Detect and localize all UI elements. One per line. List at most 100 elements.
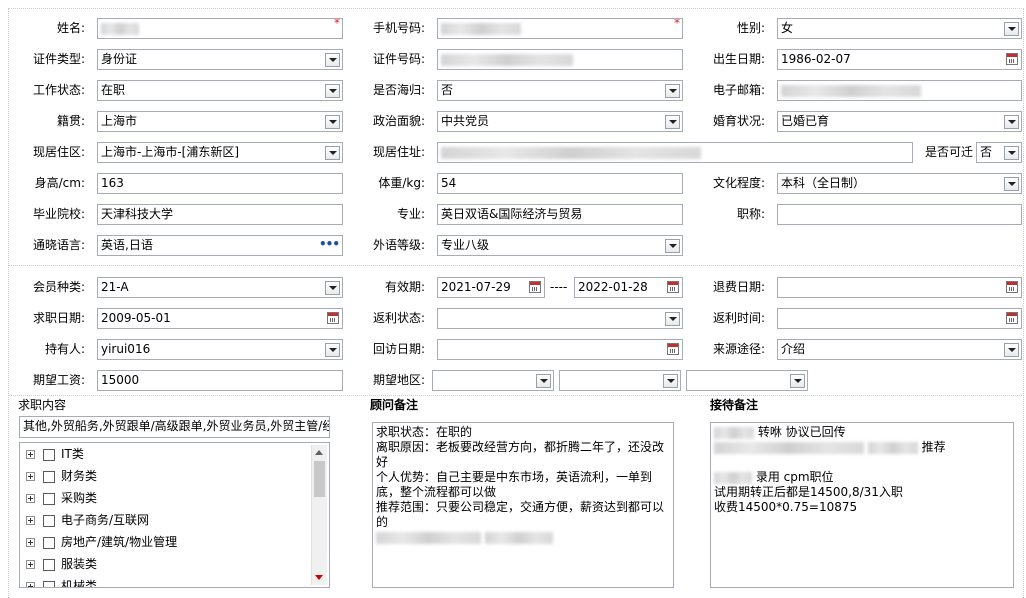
tree-scrollbar[interactable] [311, 445, 327, 585]
category-checkbox[interactable] [43, 470, 55, 483]
section-divider [8, 265, 1024, 266]
gender-select[interactable]: 女 [777, 18, 1022, 39]
expand-icon[interactable] [26, 582, 35, 587]
category-checkbox[interactable] [43, 514, 55, 527]
political-select[interactable]: 中共党员 [437, 111, 683, 132]
tree-item[interactable]: IT类 [26, 444, 84, 464]
dropdown-arrow-icon[interactable] [325, 281, 340, 295]
dropdown-arrow-icon[interactable] [325, 146, 340, 160]
rebate-time-input[interactable] [777, 308, 1022, 329]
work-status-select[interactable]: 在职 [97, 80, 343, 101]
height-input[interactable]: 163 [97, 173, 343, 194]
valid-from-input[interactable]: 2021-07-29 [437, 277, 545, 298]
expand-icon[interactable] [26, 538, 35, 547]
expand-icon[interactable] [26, 516, 35, 525]
dropdown-arrow-icon[interactable] [1004, 22, 1019, 36]
reception-notes-textarea[interactable]: 转咻 协议已回传 推荐 录用 cpm职位 试用期转正后都是14500,8/31入… [710, 422, 1014, 588]
category-checkbox[interactable] [43, 492, 55, 505]
scroll-down-arrow-icon[interactable] [315, 575, 323, 580]
education-select[interactable]: 本科（全日制） [777, 173, 1022, 194]
expand-icon[interactable] [26, 560, 35, 569]
tree-item[interactable]: 电子商务/互联网 [26, 510, 149, 530]
calendar-icon[interactable] [1006, 53, 1018, 65]
id-number-label: 证件号码: [372, 52, 425, 66]
dropdown-arrow-icon[interactable] [1004, 146, 1019, 160]
holder-select[interactable]: yirui016 [97, 339, 343, 360]
dropdown-arrow-icon[interactable] [1004, 177, 1019, 191]
consultant-notes-textarea[interactable]: 求职状态：在职的 离职原因：老板要改经营方向，都折腾二年了，还没改 好 个人优势… [372, 422, 674, 588]
refund-date-input[interactable] [777, 277, 1022, 298]
email-label: 电子邮箱: [712, 83, 765, 97]
rebate-status-select[interactable] [437, 308, 683, 329]
region-province-select[interactable] [432, 370, 554, 391]
language-level-label: 外语等级: [372, 238, 425, 252]
expand-icon[interactable] [26, 450, 35, 459]
valid-to-input[interactable]: 2022-01-28 [574, 277, 683, 298]
dropdown-arrow-icon[interactable] [325, 53, 340, 67]
category-checkbox[interactable] [43, 448, 55, 461]
job-content-selected-input[interactable]: 其他,外贸船务,外贸跟单/高级跟单,外贸业务员,外贸主管/经 [19, 416, 330, 438]
email-input[interactable] [777, 80, 1022, 101]
job-date-input[interactable]: 2009-05-01 [97, 308, 343, 329]
dropdown-arrow-icon[interactable] [663, 374, 678, 388]
dropdown-arrow-icon[interactable] [325, 115, 340, 129]
name-input[interactable]: * [97, 18, 343, 39]
calendar-icon[interactable] [667, 343, 679, 355]
native-place-select[interactable]: 上海市 [97, 111, 343, 132]
tree-item[interactable]: 机械类 [26, 576, 97, 587]
tree-item[interactable]: 服装类 [26, 554, 97, 574]
region-city-select[interactable] [559, 370, 681, 391]
source-select[interactable]: 介绍 [777, 339, 1022, 360]
address-input[interactable] [437, 142, 913, 163]
major-input[interactable]: 英日双语&国际经济与贸易 [437, 204, 683, 225]
returnee-select[interactable]: 否 [437, 80, 683, 101]
marital-select[interactable]: 已婚已育 [777, 111, 1022, 132]
reception-notes-title: 接待备注 [710, 398, 759, 412]
job-title-input[interactable] [777, 204, 1022, 225]
scrollbar-thumb[interactable] [314, 461, 325, 497]
dropdown-arrow-icon[interactable] [665, 312, 680, 326]
category-checkbox[interactable] [43, 580, 55, 587]
category-checkbox[interactable] [43, 536, 55, 549]
dropdown-arrow-icon[interactable] [665, 239, 680, 253]
dropdown-arrow-icon[interactable] [536, 374, 551, 388]
category-checkbox[interactable] [43, 558, 55, 571]
tree-item[interactable]: 采购类 [26, 488, 97, 508]
dropdown-arrow-icon[interactable] [1004, 343, 1019, 357]
id-type-select[interactable]: 身份证 [97, 49, 343, 70]
dropdown-arrow-icon[interactable] [1004, 115, 1019, 129]
job-category-tree[interactable]: IT类 财务类 采购类 电子商务/互联网 房地产/建筑/物业管理 服装类 机械类 [19, 442, 330, 588]
dropdown-arrow-icon[interactable] [665, 84, 680, 98]
tree-item[interactable]: 房地产/建筑/物业管理 [26, 532, 177, 552]
expand-icon[interactable] [26, 494, 35, 503]
note-line: 离职原因：老板要改经营方向，都折腾二年了，还没改 [376, 440, 665, 454]
scroll-up-arrow-icon[interactable] [315, 450, 323, 455]
expected-salary-input[interactable]: 15000 [97, 370, 343, 391]
dropdown-arrow-icon[interactable] [665, 115, 680, 129]
language-level-select[interactable]: 专业八级 [437, 235, 683, 256]
calendar-icon[interactable] [529, 281, 541, 293]
tree-item[interactable]: 财务类 [26, 466, 97, 486]
relocate-select[interactable]: 否 [976, 142, 1022, 163]
id-number-input[interactable] [437, 49, 683, 70]
weight-input[interactable]: 54 [437, 173, 683, 194]
languages-value: 英语,日语 [101, 238, 153, 252]
phone-input[interactable]: * [437, 18, 683, 39]
expand-icon[interactable] [26, 472, 35, 481]
calendar-icon[interactable] [667, 281, 679, 293]
member-type-select[interactable]: 21-A [97, 277, 343, 298]
calendar-icon[interactable] [1006, 281, 1018, 293]
dropdown-arrow-icon[interactable] [325, 84, 340, 98]
residence-area-select[interactable]: 上海市-上海市-[浦东新区] [97, 142, 343, 163]
languages-input[interactable]: 英语,日语 ••• [97, 235, 343, 256]
calendar-icon[interactable] [327, 312, 339, 324]
redacted-value [484, 531, 553, 544]
region-district-select[interactable] [686, 370, 808, 391]
visit-date-input[interactable] [437, 339, 683, 360]
more-options-icon[interactable]: ••• [319, 236, 340, 253]
dropdown-arrow-icon[interactable] [325, 343, 340, 357]
school-input[interactable]: 天津科技大学 [97, 204, 343, 225]
birth-date-input[interactable]: 1986-02-07 [777, 49, 1022, 70]
calendar-icon[interactable] [1006, 312, 1018, 324]
dropdown-arrow-icon[interactable] [790, 374, 805, 388]
